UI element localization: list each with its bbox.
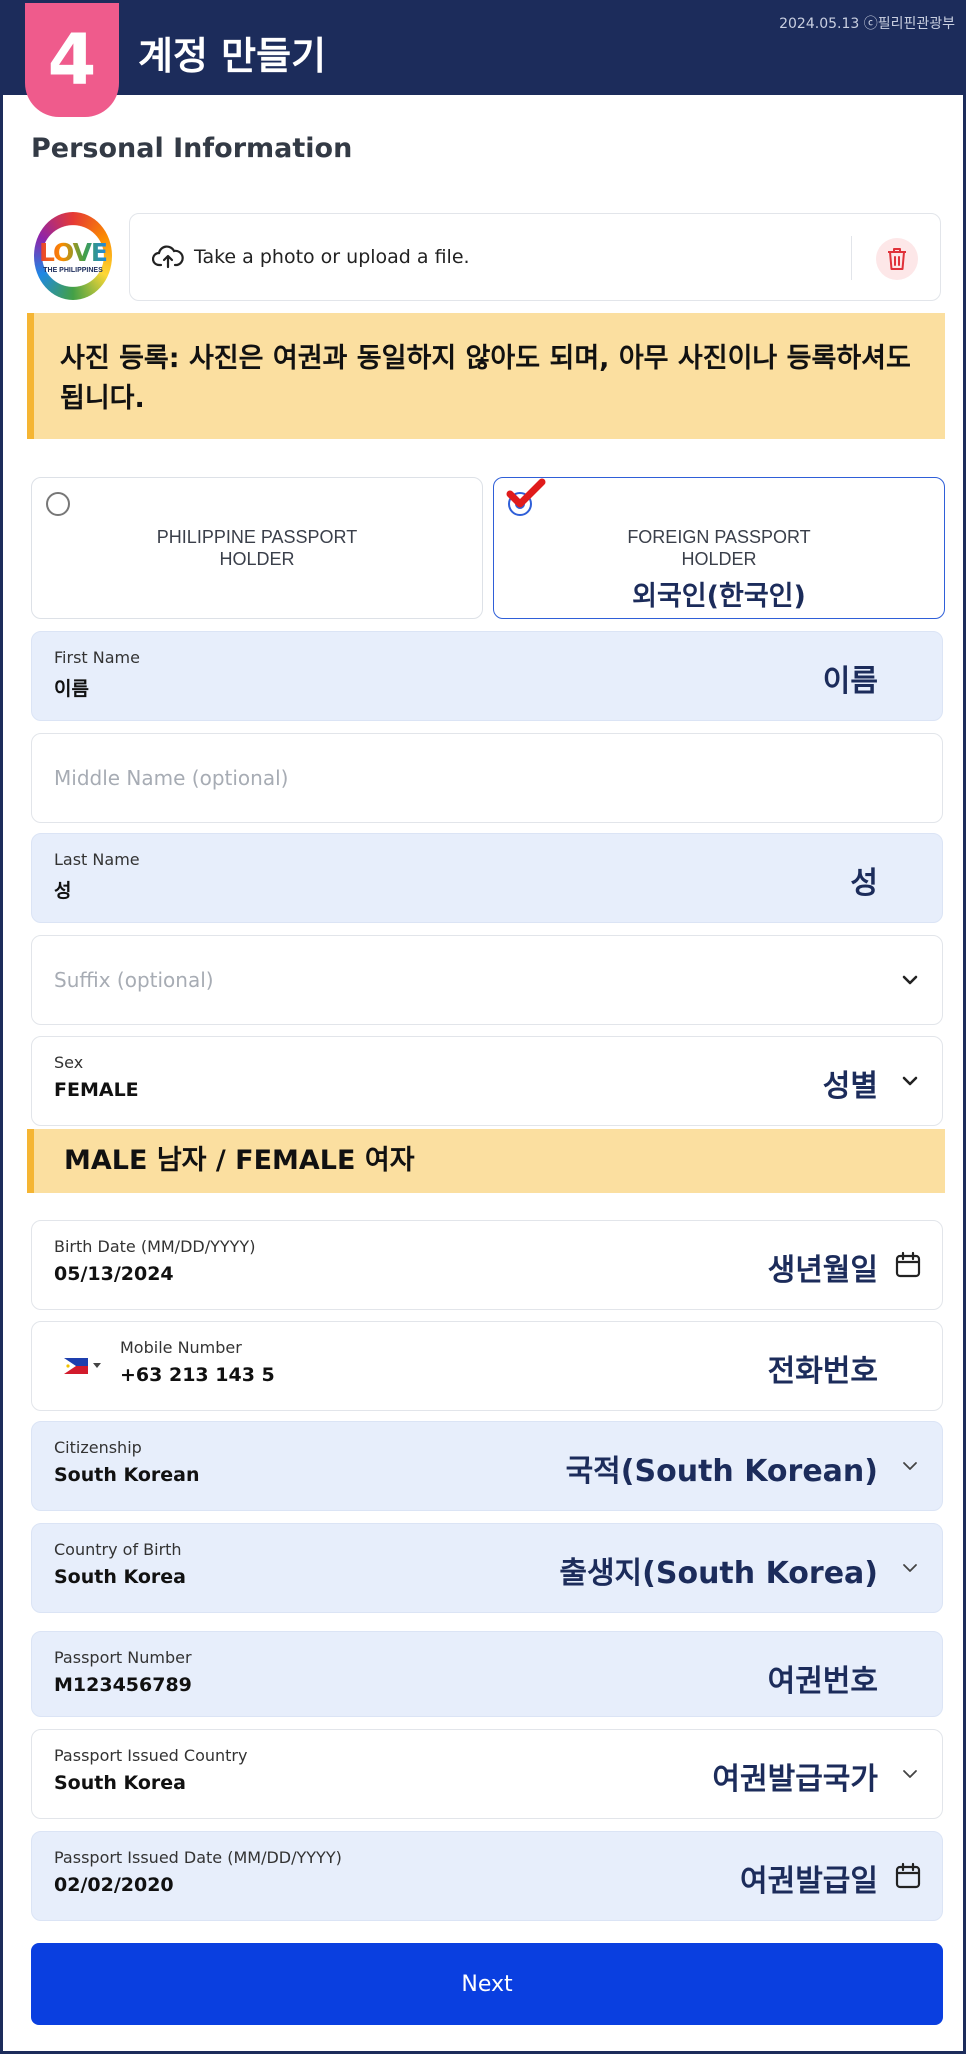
calendar-icon[interactable] [894, 1862, 922, 1890]
credit-text: 2024.05.13 ⓒ필리핀관광부 [779, 16, 955, 32]
photo-note-banner: 사진 등록: 사진은 여권과 동일하지 않아도 되며, 아무 사진이나 등록하셔… [27, 313, 945, 439]
field-label: Passport Issued Country [54, 1746, 248, 1765]
field-value: 이름 [54, 678, 89, 700]
upload-divider [851, 236, 852, 280]
photo-upload-button[interactable]: Take a photo or upload a file. [129, 213, 941, 301]
last-name-field[interactable]: Last Name 성 성 [31, 833, 943, 923]
middle-name-field[interactable]: Middle Name (optional) [31, 733, 943, 823]
field-label: Birth Date (MM/DD/YYYY) [54, 1237, 256, 1256]
korean-annotation: 이름 [822, 664, 878, 699]
love-philippines-logo: LOVE THE PHILIPPINES [34, 212, 112, 300]
korean-annotation: 전화번호 [767, 1354, 878, 1389]
upload-label: Take a photo or upload a file. [194, 246, 470, 268]
foreign-passport-holder-option[interactable]: FOREIGN PASSPORT HOLDER 외국인(한국인) [493, 477, 945, 619]
logo-subtext: THE PHILIPPINES [43, 267, 103, 274]
first-name-field[interactable]: First Name 이름 이름 [31, 631, 943, 721]
holder-label: PHILIPPINE PASSPORT HOLDER [156, 527, 358, 569]
philippines-flag-icon[interactable] [64, 1358, 88, 1374]
caret-down-icon[interactable] [92, 1360, 102, 1370]
passport-issued-date-field[interactable]: Passport Issued Date (MM/DD/YYYY) 02/02/… [31, 1831, 943, 1921]
field-value: +63 213 143 5 [120, 1364, 275, 1386]
field-value: 성 [54, 880, 72, 902]
field-label: Mobile Number [120, 1338, 242, 1357]
calendar-icon[interactable] [894, 1251, 922, 1279]
logo-text: LOVE [38, 238, 108, 267]
citizenship-select[interactable]: Citizenship South Korean 국적(South Korean… [31, 1421, 943, 1511]
korean-annotation: 외국인(한국인) [632, 581, 806, 612]
passport-number-field[interactable]: Passport Number M123456789 여권번호 [31, 1631, 943, 1717]
trash-icon [888, 248, 906, 270]
delete-photo-button[interactable] [876, 238, 918, 280]
field-value: FEMALE [54, 1079, 139, 1101]
birth-date-field[interactable]: Birth Date (MM/DD/YYYY) 05/13/2024 생년월일 [31, 1220, 943, 1310]
field-label: Sex [54, 1053, 84, 1072]
chevron-down-icon [903, 1770, 917, 1778]
sex-note-banner: MALE 남자 / FEMALE 여자 [27, 1129, 945, 1193]
philippine-passport-holder-option[interactable]: PHILIPPINE PASSPORT HOLDER [31, 477, 483, 619]
field-label: Citizenship [54, 1438, 142, 1457]
app-frame: 계정 만들기 2024.05.13 ⓒ필리핀관광부 4 Personal Inf… [0, 0, 966, 2054]
holder-label: FOREIGN PASSPORT HOLDER [627, 527, 811, 569]
checkmark-icon [506, 478, 546, 508]
country-of-birth-select[interactable]: Country of Birth South Korea 출생지(South K… [31, 1523, 943, 1613]
field-label: Passport Number [54, 1648, 192, 1667]
field-value: South Korean [54, 1464, 200, 1486]
sex-select[interactable]: Sex FEMALE 성별 [31, 1036, 943, 1126]
header-bar: 계정 만들기 2024.05.13 ⓒ필리핀관광부 [3, 3, 963, 95]
suffix-select[interactable]: Suffix (optional) [31, 935, 943, 1025]
korean-annotation: 생년월일 [767, 1253, 878, 1288]
passport-issued-country-select[interactable]: Passport Issued Country South Korea 여권발급… [31, 1729, 943, 1819]
field-value: 02/02/2020 [54, 1874, 174, 1896]
chevron-down-icon [903, 1564, 917, 1572]
field-label: Country of Birth [54, 1540, 182, 1559]
field-label: First Name [54, 648, 140, 667]
chevron-down-icon [902, 975, 918, 985]
field-label: Last Name [54, 850, 140, 869]
section-title: Personal Information [31, 133, 353, 164]
korean-annotation: 성 [850, 866, 878, 901]
field-value: South Korea [54, 1566, 187, 1588]
step-number-badge: 4 [25, 3, 119, 117]
field-value: 05/13/2024 [54, 1263, 174, 1285]
field-placeholder: Suffix (optional) [54, 968, 214, 992]
mobile-number-field[interactable]: Mobile Number +63 213 143 5 전화번호 [31, 1321, 943, 1411]
profile-photo-avatar[interactable]: LOVE THE PHILIPPINES [33, 211, 113, 301]
korean-annotation: 여권발급국가 [712, 1762, 878, 1797]
page-title: 계정 만들기 [138, 34, 327, 78]
field-value: South Korea [54, 1772, 187, 1794]
upload-cloud-icon [152, 245, 184, 269]
korean-annotation: 출생지(South Korea) [559, 1556, 878, 1591]
radio-unselected[interactable] [46, 492, 70, 516]
korean-annotation: 국적(South Korean) [565, 1454, 878, 1489]
chevron-down-icon [902, 1076, 918, 1086]
field-value: M123456789 [54, 1674, 192, 1696]
field-placeholder: Middle Name (optional) [54, 766, 289, 790]
field-label: Passport Issued Date (MM/DD/YYYY) [54, 1848, 342, 1867]
korean-annotation: 여권발급일 [740, 1864, 878, 1899]
korean-annotation: 여권번호 [767, 1664, 878, 1699]
chevron-down-icon [903, 1462, 917, 1470]
korean-annotation: 성별 [822, 1069, 878, 1104]
next-button[interactable]: Next [31, 1943, 943, 2025]
